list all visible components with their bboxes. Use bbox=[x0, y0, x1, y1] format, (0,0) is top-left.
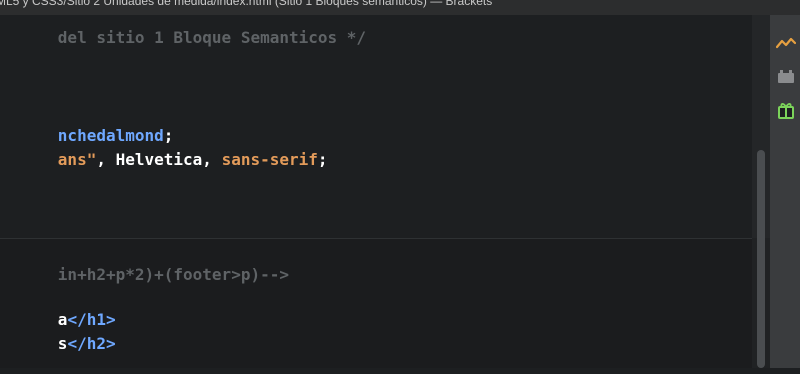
css-string-font: ans" bbox=[57, 150, 97, 169]
html-comment: in+h2+p*2)+(footer>p)--> bbox=[57, 265, 289, 284]
window-title: ML5 y CSS3/Sitio 2 Unidades de medida/in… bbox=[0, 0, 493, 8]
h2-text: s bbox=[57, 334, 68, 353]
css-comma: , bbox=[202, 150, 222, 169]
main-toolbar bbox=[770, 15, 800, 368]
code-line-font-family: ans", Helvetica, sans-serif; bbox=[0, 130, 328, 190]
css-comment: del sitio 1 Bloque Semanticos */ bbox=[57, 28, 367, 47]
css-font-generic: sans-serif bbox=[221, 150, 318, 169]
css-font-helvetica: Helvetica bbox=[115, 150, 203, 169]
gift-icon[interactable] bbox=[776, 101, 796, 119]
extension-manager-icon[interactable] bbox=[776, 67, 796, 85]
code-line-h2: s</h2> bbox=[0, 314, 116, 374]
css-semicolon: ; bbox=[317, 150, 328, 169]
h2-close-tag: </h2> bbox=[67, 334, 116, 353]
code-editor[interactable]: del sitio 1 Bloque Semanticos */ nchedal… bbox=[0, 15, 752, 368]
editor-pane-top[interactable]: del sitio 1 Bloque Semanticos */ nchedal… bbox=[0, 15, 752, 238]
code-line-comment: del sitio 1 Bloque Semanticos */ bbox=[0, 8, 366, 68]
editor-pane-bottom[interactable]: in+h2+p*2)+(footer>p)--> a</h1> s</h2> bbox=[0, 239, 752, 368]
scrollbar-thumb[interactable] bbox=[757, 150, 765, 368]
css-comma: , bbox=[96, 150, 116, 169]
live-preview-icon[interactable] bbox=[775, 35, 797, 53]
